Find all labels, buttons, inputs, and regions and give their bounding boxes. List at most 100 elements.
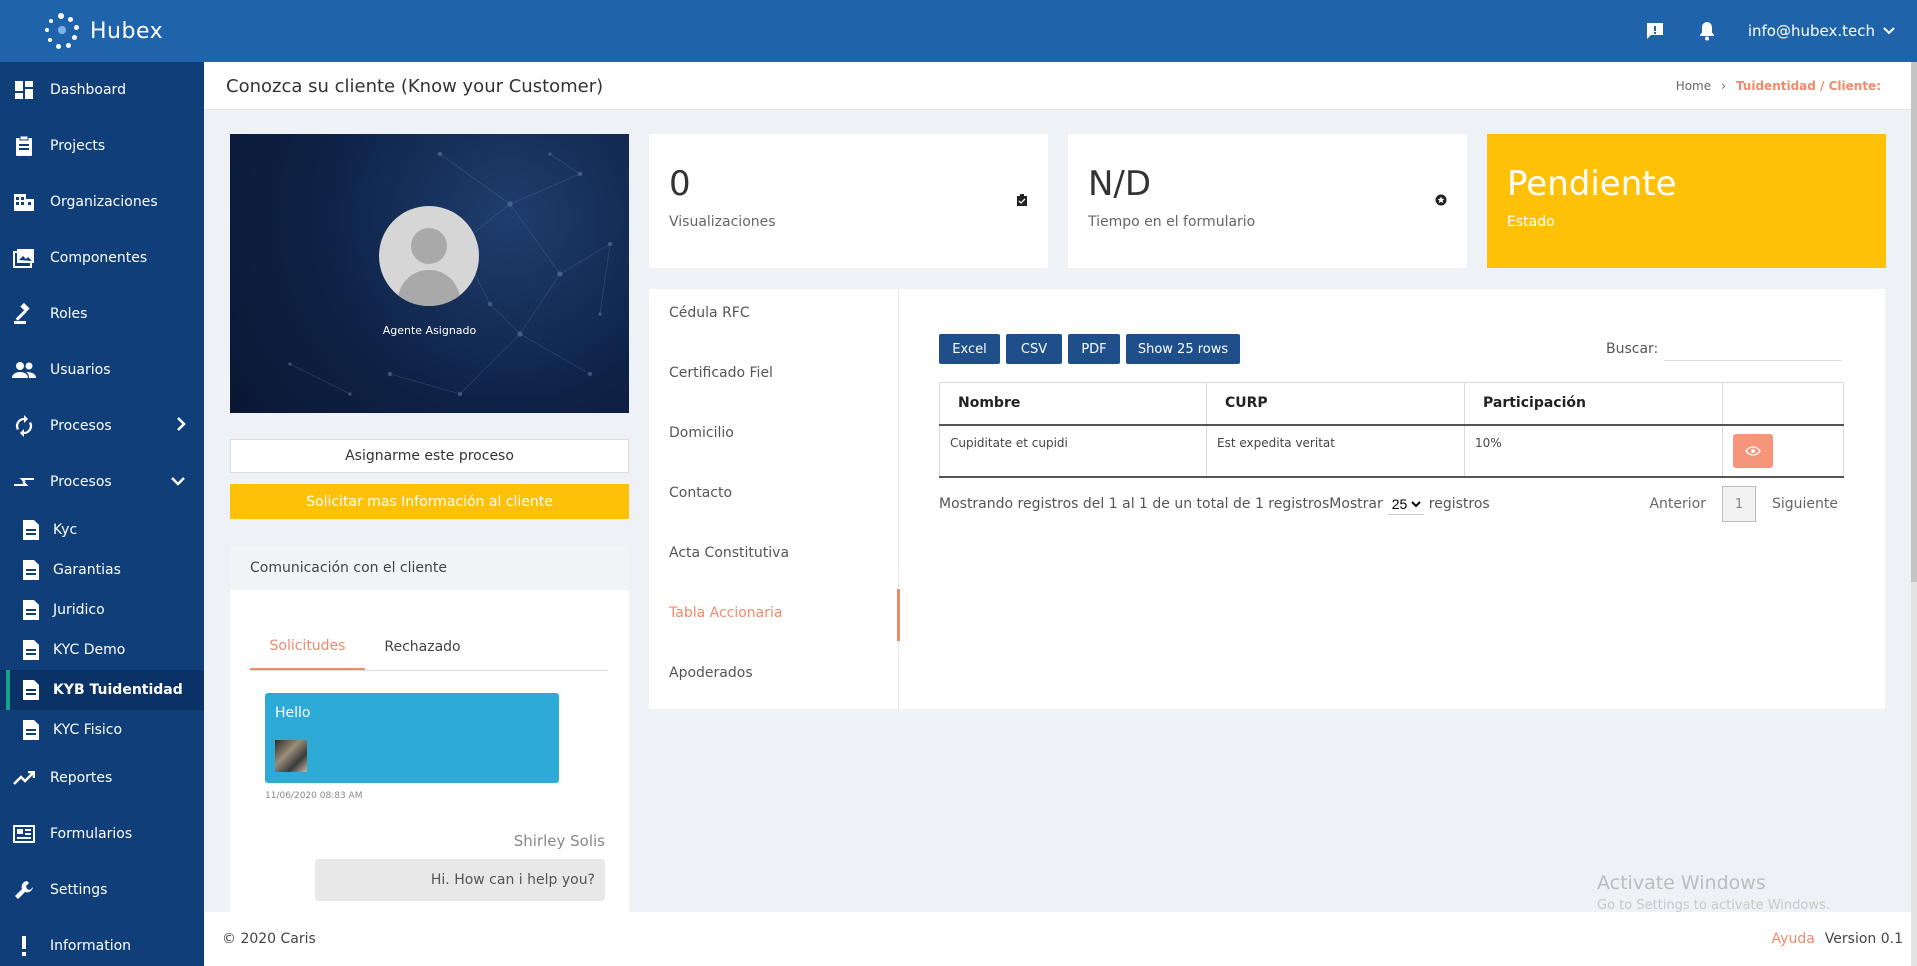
page-scrollbar[interactable] xyxy=(1911,62,1917,966)
form-icon xyxy=(12,822,36,846)
sidebar-item-label: Projects xyxy=(50,138,106,154)
building-icon xyxy=(12,190,36,214)
chevron-down-icon xyxy=(171,477,185,486)
bell-icon[interactable] xyxy=(1696,20,1718,42)
eye-icon xyxy=(1745,445,1761,456)
column-header-participacion[interactable]: Participación xyxy=(1464,382,1723,426)
assign-process-button[interactable]: Asignarme este proceso xyxy=(230,439,629,473)
export-csv-button[interactable]: CSV xyxy=(1006,334,1062,364)
cell-curp: Est expedita veritat xyxy=(1206,424,1465,478)
sidebar-subitem-kyb-tuidentidad[interactable]: KYB Tuidentidad xyxy=(0,670,204,710)
sidebar-item-label: Formularios xyxy=(50,826,133,842)
views-label: Visualizaciones xyxy=(669,214,776,230)
person-icon xyxy=(397,228,461,306)
stat-card-time: N/D Tiempo en el formulario xyxy=(1068,134,1467,268)
column-header-curp[interactable]: CURP xyxy=(1206,382,1465,426)
request-info-button[interactable]: Solicitar mas Información al cliente xyxy=(230,484,629,519)
sidebar-item-label: Information xyxy=(50,938,132,954)
sidebar: Dashboard Projects Organizaciones Compon… xyxy=(0,62,204,966)
tab-solicitudes[interactable]: Solicitudes xyxy=(250,623,365,670)
message-text: Hello xyxy=(275,705,311,721)
message-bubble-outgoing: Hi. How can i help you? xyxy=(315,859,605,901)
page-size-select[interactable]: 25 xyxy=(1387,493,1424,515)
sidebar-item-projects[interactable]: Projects xyxy=(0,118,204,174)
message-bubble-incoming: Hello xyxy=(265,693,559,783)
sidebar-item-label: Reportes xyxy=(50,770,113,786)
table-row: Cupiditate et cupidi Est expedita verita… xyxy=(939,424,1844,478)
sidebar-subitem-kyc-fisico[interactable]: KYC Fisico xyxy=(0,710,204,750)
pagination: Anterior 1 Siguiente xyxy=(1649,486,1838,522)
export-pdf-button[interactable]: PDF xyxy=(1068,334,1120,364)
logo-dots-icon xyxy=(42,11,82,51)
sidebar-subitem-kyc-demo[interactable]: KYC Demo xyxy=(0,630,204,670)
doc-item-tabla-accionaria[interactable]: Tabla Accionaria xyxy=(669,605,782,621)
sidebar-subitem-kyc[interactable]: Kyc xyxy=(0,510,204,550)
sidebar-item-settings[interactable]: Settings xyxy=(0,862,204,918)
sidebar-subitem-garantias[interactable]: Garantias xyxy=(0,550,204,590)
showing-text: Mostrando registros del 1 al 1 de un tot… xyxy=(939,496,1383,512)
app-logo[interactable]: Hubex xyxy=(42,11,163,51)
agent-avatar xyxy=(379,206,479,306)
doc-item-contacto[interactable]: Contacto xyxy=(669,485,732,501)
chevron-down-icon xyxy=(1883,27,1895,35)
page-number-button[interactable]: 1 xyxy=(1721,486,1756,522)
document-list: Cédula RFC Certificado Fiel Domicilio Co… xyxy=(649,289,899,709)
breadcrumb-current: Tuidentidad / Cliente: xyxy=(1735,79,1881,93)
windows-activation-subtitle: Go to Settings to activate Windows. xyxy=(1597,898,1830,913)
doc-item-cedula-rfc[interactable]: Cédula RFC xyxy=(669,305,750,321)
sidebar-item-reportes[interactable]: Reportes xyxy=(0,750,204,806)
page-title: Conozca su cliente (Know your Customer) xyxy=(226,76,604,97)
feedback-icon[interactable] xyxy=(1644,20,1666,42)
doc-item-certificado-fiel[interactable]: Certificado Fiel xyxy=(669,365,773,381)
sidebar-item-dashboard[interactable]: Dashboard xyxy=(0,62,204,118)
image-icon xyxy=(12,246,36,270)
tab-rechazado[interactable]: Rechazado xyxy=(365,623,480,670)
sidebar-item-organizaciones[interactable]: Organizaciones xyxy=(0,174,204,230)
search-label: Buscar: xyxy=(1606,341,1659,357)
column-header-nombre[interactable]: Nombre xyxy=(939,382,1207,426)
sidebar-subitem-juridico[interactable]: Juridico xyxy=(0,590,204,630)
sidebar-item-formularios[interactable]: Formularios xyxy=(0,806,204,862)
sidebar-item-label: Usuarios xyxy=(50,362,111,378)
table-info: Mostrando registros del 1 al 1 de un tot… xyxy=(939,493,1490,515)
top-bar: Hubex info@hubex.tech xyxy=(0,0,1917,62)
shareholders-table: Nombre CURP Participación Cupiditate et … xyxy=(939,382,1844,478)
copyright: © 2020 Caris xyxy=(222,931,316,947)
communication-title: Comunicación con el cliente xyxy=(230,546,629,590)
client-communication-card: Comunicación con el cliente Solicitudes … xyxy=(230,546,629,912)
version-label: Version 0.1 xyxy=(1824,931,1903,947)
sidebar-item-information[interactable]: Information xyxy=(0,918,204,966)
dashboard-icon xyxy=(12,78,36,102)
breadcrumb-home[interactable]: Home xyxy=(1676,79,1711,93)
active-doc-indicator xyxy=(897,589,900,641)
scrollbar-thumb[interactable] xyxy=(1911,62,1917,582)
sidebar-item-usuarios[interactable]: Usuarios xyxy=(0,342,204,398)
sync-icon xyxy=(12,414,36,438)
sidebar-item-componentes[interactable]: Componentes xyxy=(0,230,204,286)
document-icon xyxy=(23,680,39,700)
attachment-thumbnail[interactable] xyxy=(275,740,307,772)
message-timestamp: 11/06/2020 08:83 AM xyxy=(265,791,363,801)
footer: © 2020 Caris Ayuda Version 0.1 xyxy=(204,912,1917,966)
doc-item-acta-constitutiva[interactable]: Acta Constitutiva xyxy=(669,545,789,561)
help-link[interactable]: Ayuda xyxy=(1772,931,1815,947)
document-icon xyxy=(23,720,39,740)
search-input[interactable] xyxy=(1664,339,1842,361)
sidebar-subitem-label: Juridico xyxy=(53,602,105,618)
sidebar-item-label: Procesos xyxy=(50,474,112,490)
prev-page-button[interactable]: Anterior xyxy=(1649,496,1706,512)
doc-item-apoderados[interactable]: Apoderados xyxy=(669,665,753,681)
user-menu[interactable]: info@hubex.tech xyxy=(1748,22,1895,40)
show-rows-button[interactable]: Show 25 rows xyxy=(1126,334,1240,364)
view-button[interactable] xyxy=(1733,433,1773,468)
export-excel-button[interactable]: Excel xyxy=(939,334,1000,364)
cell-actions xyxy=(1722,424,1844,478)
views-value: 0 xyxy=(669,164,691,204)
sidebar-item-roles[interactable]: Roles xyxy=(0,286,204,342)
doc-item-domicilio[interactable]: Domicilio xyxy=(669,425,734,441)
sidebar-item-procesos-expanded[interactable]: Procesos xyxy=(0,454,204,510)
trending-icon xyxy=(12,766,36,790)
sidebar-item-label: Organizaciones xyxy=(50,194,158,210)
sidebar-item-procesos[interactable]: Procesos xyxy=(0,398,204,454)
next-page-button[interactable]: Siguiente xyxy=(1772,496,1838,512)
